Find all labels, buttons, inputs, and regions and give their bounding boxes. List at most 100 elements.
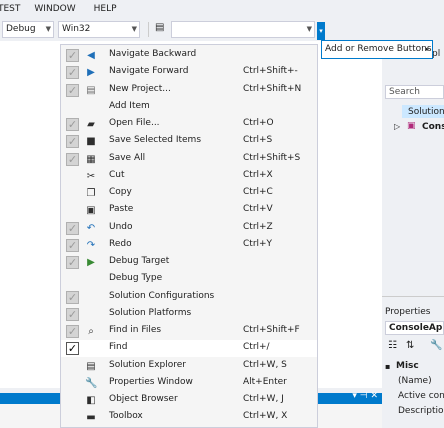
menu-item[interactable]: ✓ ↷ Redo Ctrl+Y <box>61 237 317 254</box>
solution-search-input[interactable]: Search Solutio <box>385 85 444 99</box>
find-toolbar-icon[interactable]: ▤ <box>155 22 164 33</box>
properties-object-combo[interactable]: ConsoleAppl <box>385 321 444 335</box>
menu-item[interactable]: ✓ ▤ New Project... Ctrl+Shift+N <box>61 82 317 99</box>
property-pages-icon[interactable]: 🔧 <box>430 340 442 351</box>
add-remove-buttons-item[interactable]: Add or Remove Buttons ▸ <box>321 40 433 59</box>
checkbox-icon[interactable]: ✓ <box>66 66 79 80</box>
menu-item-label: Navigate Forward <box>109 66 189 77</box>
menu-item-label: Solution Platforms <box>109 307 192 318</box>
menu-item[interactable]: ✓ ↶ Undo Ctrl+Z <box>61 220 317 237</box>
menu-item-label: Save All <box>109 152 146 163</box>
menu-item-label: Solution Explorer <box>109 359 186 370</box>
menu-item[interactable]: Add Item <box>61 99 317 116</box>
property-name[interactable]: (Name) <box>398 376 432 386</box>
open-file-icon: ▰ <box>87 119 95 130</box>
menu-item-label: Paste <box>109 204 134 215</box>
toolbar: Debug ▼ Win32 ▼ ▤ ▼ <box>0 17 444 41</box>
menu-item-label: Open File... <box>109 118 160 128</box>
object-browser-icon: ◧ <box>86 395 96 406</box>
menu-item-label: Properties Window <box>109 376 193 387</box>
checkbox-icon[interactable] <box>66 187 79 200</box>
property-name[interactable]: Descriptio <box>398 406 444 416</box>
menu-item[interactable]: 🔧 Properties Window Alt+Enter <box>61 375 317 392</box>
chevron-right-icon: ▸ <box>425 45 429 53</box>
checkbox-icon[interactable] <box>66 273 79 286</box>
checkbox-icon[interactable]: ✓ <box>66 83 79 97</box>
menu-item[interactable]: ✓ Solution Configurations <box>61 289 317 306</box>
categorized-icon[interactable]: ☷ <box>388 340 397 351</box>
properties-divider <box>382 296 444 297</box>
checkbox-icon[interactable]: ✓ <box>66 221 79 235</box>
checkbox-icon[interactable]: ✓ <box>66 238 79 252</box>
menu-item-shortcut: Ctrl+S <box>243 135 273 146</box>
property-name[interactable]: Active con <box>398 391 444 401</box>
solution-explorer-panel: pl Search Solutio Solution ▷ ▣ Cons Prop… <box>382 41 444 428</box>
menu-item-shortcut: Alt+Enter <box>243 376 287 387</box>
collapse-icon[interactable]: ▪ <box>385 362 390 371</box>
checkbox-icon[interactable]: ✓ <box>66 307 79 321</box>
checkbox-icon[interactable] <box>66 411 79 424</box>
menu-window[interactable]: WINDOW <box>30 4 79 14</box>
menu-item[interactable]: ✓ ▰ Open File... Ctrl+O <box>61 116 317 133</box>
menu-item[interactable]: ▬ Toolbox Ctrl+W, X <box>61 409 317 426</box>
menu-item[interactable]: ✓ ◀ Navigate Backward <box>61 47 317 64</box>
properties-object-value: ConsoleAppl <box>389 323 443 333</box>
alphabetical-icon[interactable]: ⇅ <box>406 340 414 351</box>
checkbox-icon[interactable] <box>66 394 79 407</box>
checkbox-icon[interactable]: ✓ <box>66 342 79 356</box>
checkbox-icon[interactable]: ✓ <box>66 49 79 62</box>
menu-item-shortcut: Ctrl+W, S <box>243 359 287 370</box>
paste-icon: ▣ <box>86 205 96 217</box>
cut-icon: ✂ <box>86 170 96 182</box>
menu-item-shortcut: Ctrl+Shift+F <box>243 325 300 335</box>
chevron-down-icon: ▼ <box>306 25 312 33</box>
solution-search-placeholder: Search Solutio <box>389 87 420 97</box>
menu-item[interactable]: ✂ Cut Ctrl+X <box>61 168 317 185</box>
save-icon: ■ <box>86 136 96 148</box>
menu-item[interactable]: ✓ ▶ Debug Target <box>61 254 317 271</box>
find-combo[interactable]: ▼ <box>171 21 315 38</box>
checkbox-icon[interactable]: ✓ <box>66 118 79 131</box>
menu-item-label: Add Item <box>109 100 150 111</box>
menu-item-label: Find in Files <box>109 325 162 335</box>
checkbox-icon[interactable]: ✓ <box>66 290 79 304</box>
checkbox-icon[interactable]: ✓ <box>66 135 79 149</box>
checkbox-icon[interactable]: ✓ <box>66 325 79 338</box>
platform-combo[interactable]: Win32 ▼ <box>58 21 140 38</box>
expand-arrow-icon[interactable]: ▷ <box>394 122 400 131</box>
chevron-down-icon: ▾ <box>319 27 323 35</box>
menu-item-label: Undo <box>109 221 133 232</box>
menu-item[interactable]: ▣ Paste Ctrl+V <box>61 202 317 219</box>
navigate-backward-icon: ◀ <box>87 50 95 61</box>
checkbox-icon[interactable] <box>66 360 79 373</box>
solution-node[interactable]: Solution <box>408 107 444 117</box>
menu-item[interactable]: ❐ Copy Ctrl+C <box>61 185 317 202</box>
menu-item[interactable]: ✓ ▶ Navigate Forward Ctrl+Shift+- <box>61 64 317 81</box>
menu-test[interactable]: TEST <box>0 4 24 14</box>
menu-item-shortcut: Ctrl+Shift+N <box>243 83 302 94</box>
menu-item-label: Copy <box>109 187 132 197</box>
checkbox-icon[interactable]: ✓ <box>66 152 79 166</box>
checkbox-icon[interactable] <box>66 101 79 114</box>
menu-item-label: Solution Configurations <box>109 290 215 301</box>
checkbox-icon[interactable] <box>66 377 79 390</box>
menu-item[interactable]: ✓ Solution Platforms <box>61 306 317 323</box>
panel-pin-icons[interactable]: ▾ ⊣ ✕ <box>352 391 378 401</box>
menu-item[interactable]: Debug Type <box>61 271 317 288</box>
menu-item[interactable]: ✓ Find Ctrl+/ <box>61 340 317 358</box>
add-remove-buttons-label: Add or Remove Buttons <box>325 44 432 54</box>
project-node[interactable]: Cons <box>422 122 444 132</box>
menu-item[interactable]: ▤ Solution Explorer Ctrl+W, S <box>61 358 317 375</box>
toolbar-options-button[interactable]: ▾ <box>317 22 325 40</box>
menu-item-shortcut: Ctrl+X <box>243 169 273 180</box>
menu-item[interactable]: ✓ ⌕ Find in Files Ctrl+Shift+F <box>61 323 317 340</box>
menu-item[interactable]: ✓ ■ Save Selected Items Ctrl+S <box>61 133 317 150</box>
checkbox-icon[interactable] <box>66 170 79 183</box>
menu-item[interactable]: ✓ ▦ Save All Ctrl+Shift+S <box>61 151 317 168</box>
menu-help[interactable]: HELP <box>90 4 121 14</box>
menu-item-shortcut: Ctrl+C <box>243 187 273 197</box>
menu-item[interactable]: ◧ Object Browser Ctrl+W, J <box>61 392 317 409</box>
checkbox-icon[interactable]: ✓ <box>66 256 79 269</box>
checkbox-icon[interactable] <box>66 204 79 217</box>
configuration-combo[interactable]: Debug ▼ <box>2 21 54 38</box>
